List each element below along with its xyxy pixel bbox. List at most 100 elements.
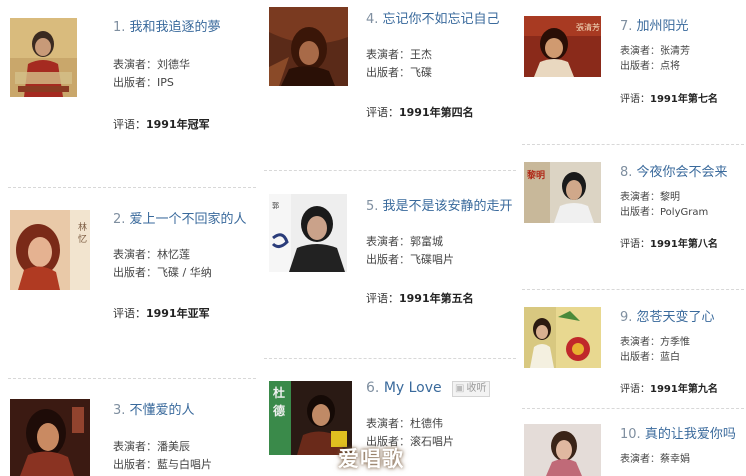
publisher-name: 飞碟 / 华纳: [157, 266, 212, 279]
review-label: 评语: [366, 106, 388, 119]
song-title-link[interactable]: 10. 真的让我爱你吗: [620, 423, 736, 442]
album-cover-art: [269, 7, 348, 86]
song-meta: 表演者：王杰 出版者：飞碟: [366, 46, 432, 82]
entry-divider: [264, 358, 516, 359]
album-cover[interactable]: 林 忆: [10, 210, 90, 290]
album-cover[interactable]: [10, 399, 90, 476]
entry-divider: [264, 170, 516, 171]
song-meta: 表演者：蔡幸娟: [620, 452, 690, 467]
separator: ：: [650, 46, 660, 57]
performer-name: 潘美辰: [157, 440, 190, 453]
song-title: 忘记你不如忘记自己: [382, 12, 500, 27]
song-title-link[interactable]: 2. 爱上一个不回家的人: [113, 208, 247, 227]
performer-name: 方季惟: [660, 337, 690, 348]
song-number: 7.: [620, 19, 633, 34]
performer-label: 表演者: [620, 454, 650, 465]
album-cover-art: [10, 399, 90, 476]
performer-name: 刘德华: [157, 58, 190, 71]
separator: ：: [146, 58, 157, 71]
song-meta: 表演者：方季惟 出版者：蓝白: [620, 335, 690, 365]
review-value: 1991年第五名: [399, 292, 474, 305]
performer-name: 王杰: [410, 48, 432, 61]
song-review: 评语：1991年亚军: [113, 305, 210, 321]
song-title-link[interactable]: 1. 我和我追逐的夢: [113, 16, 221, 35]
song-meta: 表演者：张清芳 出版者：点将: [620, 44, 690, 74]
publisher-label: 出版者: [113, 266, 146, 279]
separator: ：: [399, 417, 410, 430]
separator: ：: [399, 253, 410, 266]
performer-name: 林忆莲: [157, 248, 190, 261]
performer-label: 表演者: [366, 235, 399, 248]
publisher-label: 出版者: [113, 458, 146, 471]
song-title: 我和我追逐的夢: [129, 20, 221, 35]
song-number: 3.: [113, 403, 126, 418]
album-cover[interactable]: [524, 307, 601, 368]
album-cover[interactable]: 張清芳: [524, 16, 601, 77]
svg-text:黎明: 黎明: [526, 169, 545, 181]
review-label: 评语: [620, 239, 640, 250]
album-cover[interactable]: [10, 18, 77, 97]
performer-name: 张清芳: [660, 46, 690, 57]
publisher-name: 飞碟唱片: [410, 253, 454, 266]
song-title-link[interactable]: 9. 忽苍天变了心: [620, 306, 715, 325]
song-review: 评语：1991年第四名: [366, 104, 474, 120]
song-number: 2.: [113, 212, 126, 227]
song-meta: 表演者：潘美辰 出版者：藍与白唱片: [113, 438, 212, 474]
album-cover-art: [10, 18, 77, 97]
svg-text:忆: 忆: [78, 233, 87, 245]
song-title-link[interactable]: 3. 不懂爱的人: [113, 399, 195, 418]
song-meta: 表演者：刘德华 出版者：IPS: [113, 56, 190, 92]
collect-button[interactable]: ▣ 收听: [452, 381, 491, 397]
song-title-link[interactable]: 4. 忘记你不如忘记自己: [366, 8, 500, 27]
review-label: 评语: [113, 118, 135, 131]
song-title-link[interactable]: 6. My Love: [366, 380, 442, 396]
album-cover[interactable]: 黎明: [524, 162, 601, 223]
review-value: 1991年冠军: [146, 118, 210, 131]
review-value: 1991年第七名: [650, 94, 718, 105]
review-label: 评语: [620, 94, 640, 105]
review-label: 评语: [620, 384, 640, 395]
song-review: 评语：1991年第五名: [366, 290, 474, 306]
svg-text:張清芳: 張清芳: [576, 22, 600, 32]
entry-divider: [8, 378, 256, 379]
publisher-label: 出版者: [366, 253, 399, 266]
performer-label: 表演者: [620, 46, 650, 57]
song-title: 今夜你会不会来: [636, 165, 728, 180]
song-title: 我是不是该安静的走开: [382, 199, 513, 214]
separator: ：: [146, 440, 157, 453]
svg-text:杜: 杜: [273, 385, 285, 400]
publisher-name: 滚石唱片: [410, 435, 454, 448]
album-cover-art: 張清芳: [524, 16, 601, 77]
review-value: 1991年亚军: [146, 307, 210, 320]
song-meta: 表演者：林忆莲 出版者：飞碟 / 华纳: [113, 246, 212, 282]
review-value: 1991年第九名: [650, 384, 718, 395]
entry-divider: [522, 408, 744, 409]
song-title: My Love: [383, 380, 442, 396]
song-number: 6.: [366, 380, 380, 396]
song-number: 8.: [620, 165, 633, 180]
album-cover[interactable]: 郭: [269, 194, 347, 272]
publisher-name: 藍与白唱片: [157, 458, 212, 471]
album-cover[interactable]: [524, 424, 601, 476]
collect-label: 收听: [466, 383, 487, 394]
album-cover-art: [524, 424, 601, 476]
performer-name: 蔡幸娟: [660, 454, 690, 465]
song-title-link[interactable]: 7. 加州阳光: [620, 15, 689, 34]
song-number: 1.: [113, 20, 126, 35]
performer-label: 表演者: [113, 58, 146, 71]
song-review: 评语：1991年冠军: [113, 116, 210, 132]
separator: ：: [640, 384, 650, 395]
entry-divider: [522, 144, 744, 145]
song-title-link[interactable]: 5. 我是不是该安静的走开: [366, 195, 513, 214]
separator: ：: [640, 94, 650, 105]
svg-text:林: 林: [78, 221, 87, 233]
separator: ：: [399, 48, 410, 61]
song-title: 爱上一个不回家的人: [129, 212, 247, 227]
song-title: 忽苍天变了心: [636, 310, 715, 325]
separator: ：: [650, 352, 660, 363]
album-cover[interactable]: [269, 7, 348, 86]
review-label: 评语: [366, 292, 388, 305]
entry-divider: [8, 187, 256, 188]
song-meta: 表演者：黎明 出版者：PolyGram: [620, 190, 708, 220]
song-title-link[interactable]: 8. 今夜你会不会来: [620, 161, 728, 180]
